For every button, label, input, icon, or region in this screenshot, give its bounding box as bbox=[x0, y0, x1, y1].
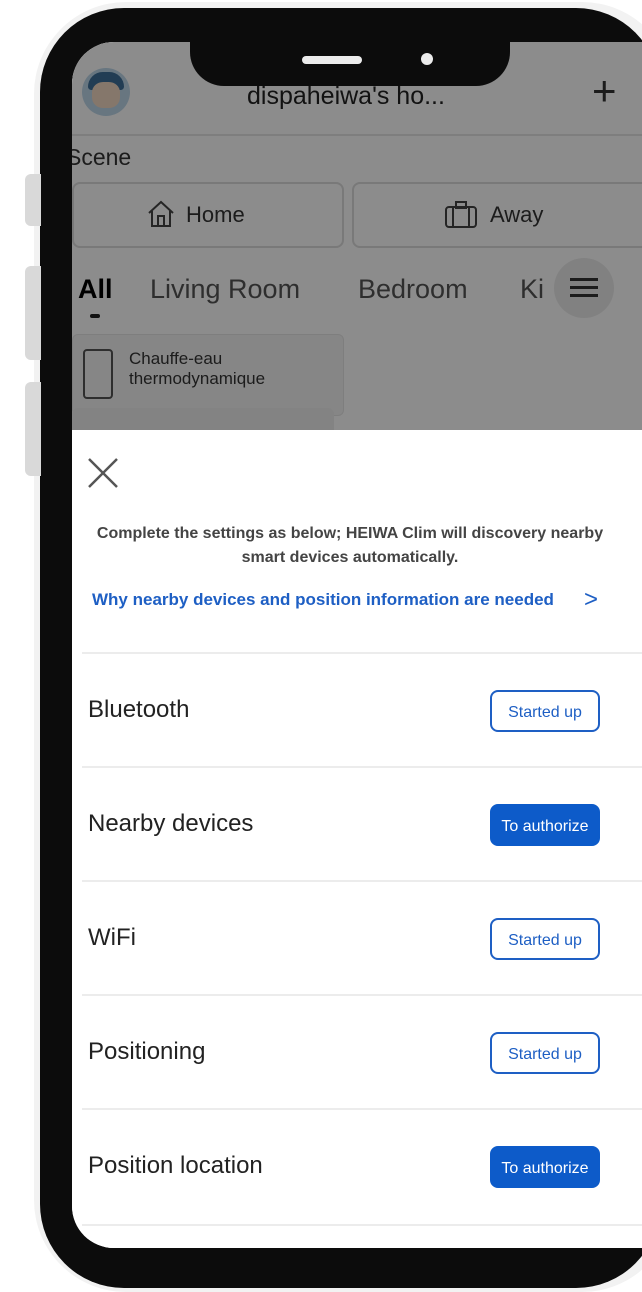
sheet-description: Complete the settings as below; HEIWA Cl… bbox=[96, 525, 604, 566]
bluetooth-status-button[interactable]: Started up bbox=[490, 690, 600, 732]
permission-row-wifi: WiFi Started up bbox=[82, 880, 642, 996]
permission-label: Position location bbox=[88, 1152, 263, 1179]
permissions-sheet: Complete the settings as below; HEIWA Cl… bbox=[72, 430, 642, 1248]
permission-row-positioning: Positioning Started up bbox=[82, 994, 642, 1110]
position-location-authorize-button[interactable]: To authorize bbox=[490, 1146, 600, 1188]
chevron-right-icon[interactable]: > bbox=[584, 586, 598, 614]
front-camera bbox=[421, 53, 433, 65]
speaker-grille bbox=[302, 56, 362, 64]
phone-screen: dispaheiwa's ho... + Scene Home Away All… bbox=[72, 42, 642, 1248]
why-permissions-link[interactable]: Why nearby devices and position informat… bbox=[92, 590, 554, 610]
volume-up-button bbox=[25, 266, 41, 360]
positioning-status-button[interactable]: Started up bbox=[490, 1032, 600, 1074]
permission-row-nearby-devices: Nearby devices To authorize bbox=[82, 766, 642, 882]
permission-label: WiFi bbox=[88, 924, 136, 951]
wifi-status-button[interactable]: Started up bbox=[490, 918, 600, 960]
mute-switch bbox=[25, 174, 41, 226]
volume-down-button bbox=[25, 382, 41, 476]
close-icon[interactable] bbox=[86, 456, 120, 490]
permission-row-position-location: Position location To authorize bbox=[82, 1108, 642, 1226]
permission-label: Positioning bbox=[88, 1038, 206, 1065]
permission-label: Bluetooth bbox=[88, 696, 190, 723]
dim-overlay[interactable] bbox=[72, 42, 642, 430]
nearby-devices-authorize-button[interactable]: To authorize bbox=[490, 804, 600, 846]
permission-label: Nearby devices bbox=[88, 810, 254, 837]
permission-row-bluetooth: Bluetooth Started up bbox=[82, 652, 642, 768]
